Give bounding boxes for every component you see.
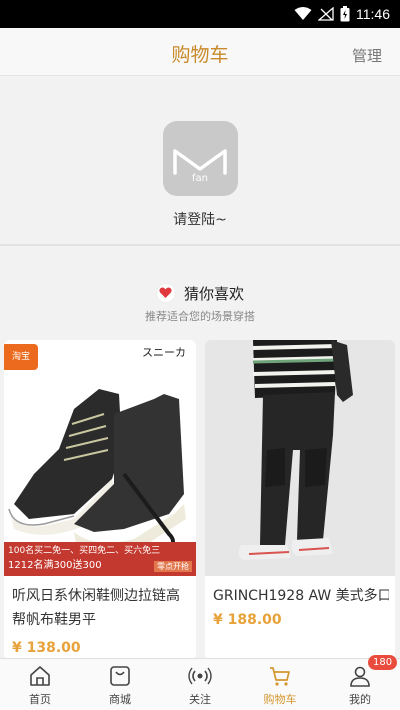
promo-banner: 100名买二免一、买四免二、买六免三 1212名满300送300 零点开抢: [4, 542, 196, 576]
notification-badge: 180: [368, 655, 398, 670]
product-price: ¥ 138.00: [12, 640, 81, 656]
product-card[interactable]: 淘宝 スニーカ 100名买二免一、买四免二、买六免三 1212名满300送300…: [4, 340, 196, 660]
product-image[interactable]: [205, 340, 395, 576]
battery-icon: [340, 6, 350, 22]
user-icon: [350, 666, 370, 687]
logo-mark-icon: fan: [173, 149, 227, 184]
product-name[interactable]: 听风日系休闲鞋侧边拉链高帮帆布鞋男平: [12, 584, 190, 632]
recommend-section: 猜你喜欢 推荐适合您的场景穿搭 淘宝 スニーカ 100名买二免一、买四免二、买六…: [0, 248, 400, 660]
tab-label: 商城: [109, 693, 131, 706]
page-title: 购物车: [171, 44, 229, 66]
status-bar: 11:46: [0, 0, 400, 28]
product-card[interactable]: GRINCH1928 AW 美式多口 ¥ 188.00: [205, 340, 395, 660]
model-illustration: [238, 340, 353, 560]
manage-button[interactable]: 管理: [352, 45, 382, 66]
cart-icon: [270, 667, 290, 686]
tab-shop[interactable]: 商城: [80, 659, 160, 710]
tab-label: 我的: [349, 693, 371, 706]
shop-icon: [110, 666, 130, 686]
app-logo[interactable]: fan: [163, 121, 238, 196]
wifi-icon: [294, 7, 312, 20]
bottom-tab-bar: 首页 商城 关注 购物车 我的 180: [0, 655, 400, 710]
tab-profile[interactable]: 我的 180: [320, 655, 400, 710]
tab-label: 首页: [29, 693, 51, 706]
heart-icon: [155, 283, 176, 303]
tab-follow[interactable]: 关注: [160, 659, 240, 710]
top-nav: 购物车 管理: [0, 28, 400, 76]
product-image[interactable]: 淘宝 スニーカ 100名买二免一、买四免二、买六免三 1212名满300送300…: [4, 340, 196, 576]
promo-line-2: 1212名满300送300: [8, 560, 102, 571]
tab-label: 关注: [189, 693, 211, 706]
recommend-header: 猜你喜欢: [0, 282, 400, 304]
login-prompt[interactable]: 请登陆~: [0, 209, 400, 229]
logo-text: fan: [192, 173, 208, 184]
tab-home[interactable]: 首页: [0, 659, 80, 710]
recommend-title: 猜你喜欢: [183, 284, 244, 303]
tab-cart[interactable]: 购物车: [240, 659, 320, 710]
home-icon: [30, 666, 50, 686]
status-icons: 11:46: [294, 5, 390, 23]
promo-tag: 零点开抢: [154, 560, 192, 572]
sneaker-illustration: [8, 389, 186, 552]
recommend-subtitle: 推荐适合您的场景穿搭: [145, 310, 255, 323]
tab-label: 购物车: [263, 693, 297, 706]
login-section[interactable]: fan 请登陆~: [0, 76, 400, 246]
signal-icon: [318, 7, 334, 21]
status-time: 11:46: [356, 6, 390, 22]
broadcast-icon: [188, 667, 212, 685]
promo-line-1: 100名买二免一、买四免二、买六免三: [8, 546, 161, 556]
product-price: ¥ 188.00: [213, 612, 282, 628]
product-name[interactable]: GRINCH1928 AW 美式多口: [213, 584, 389, 608]
